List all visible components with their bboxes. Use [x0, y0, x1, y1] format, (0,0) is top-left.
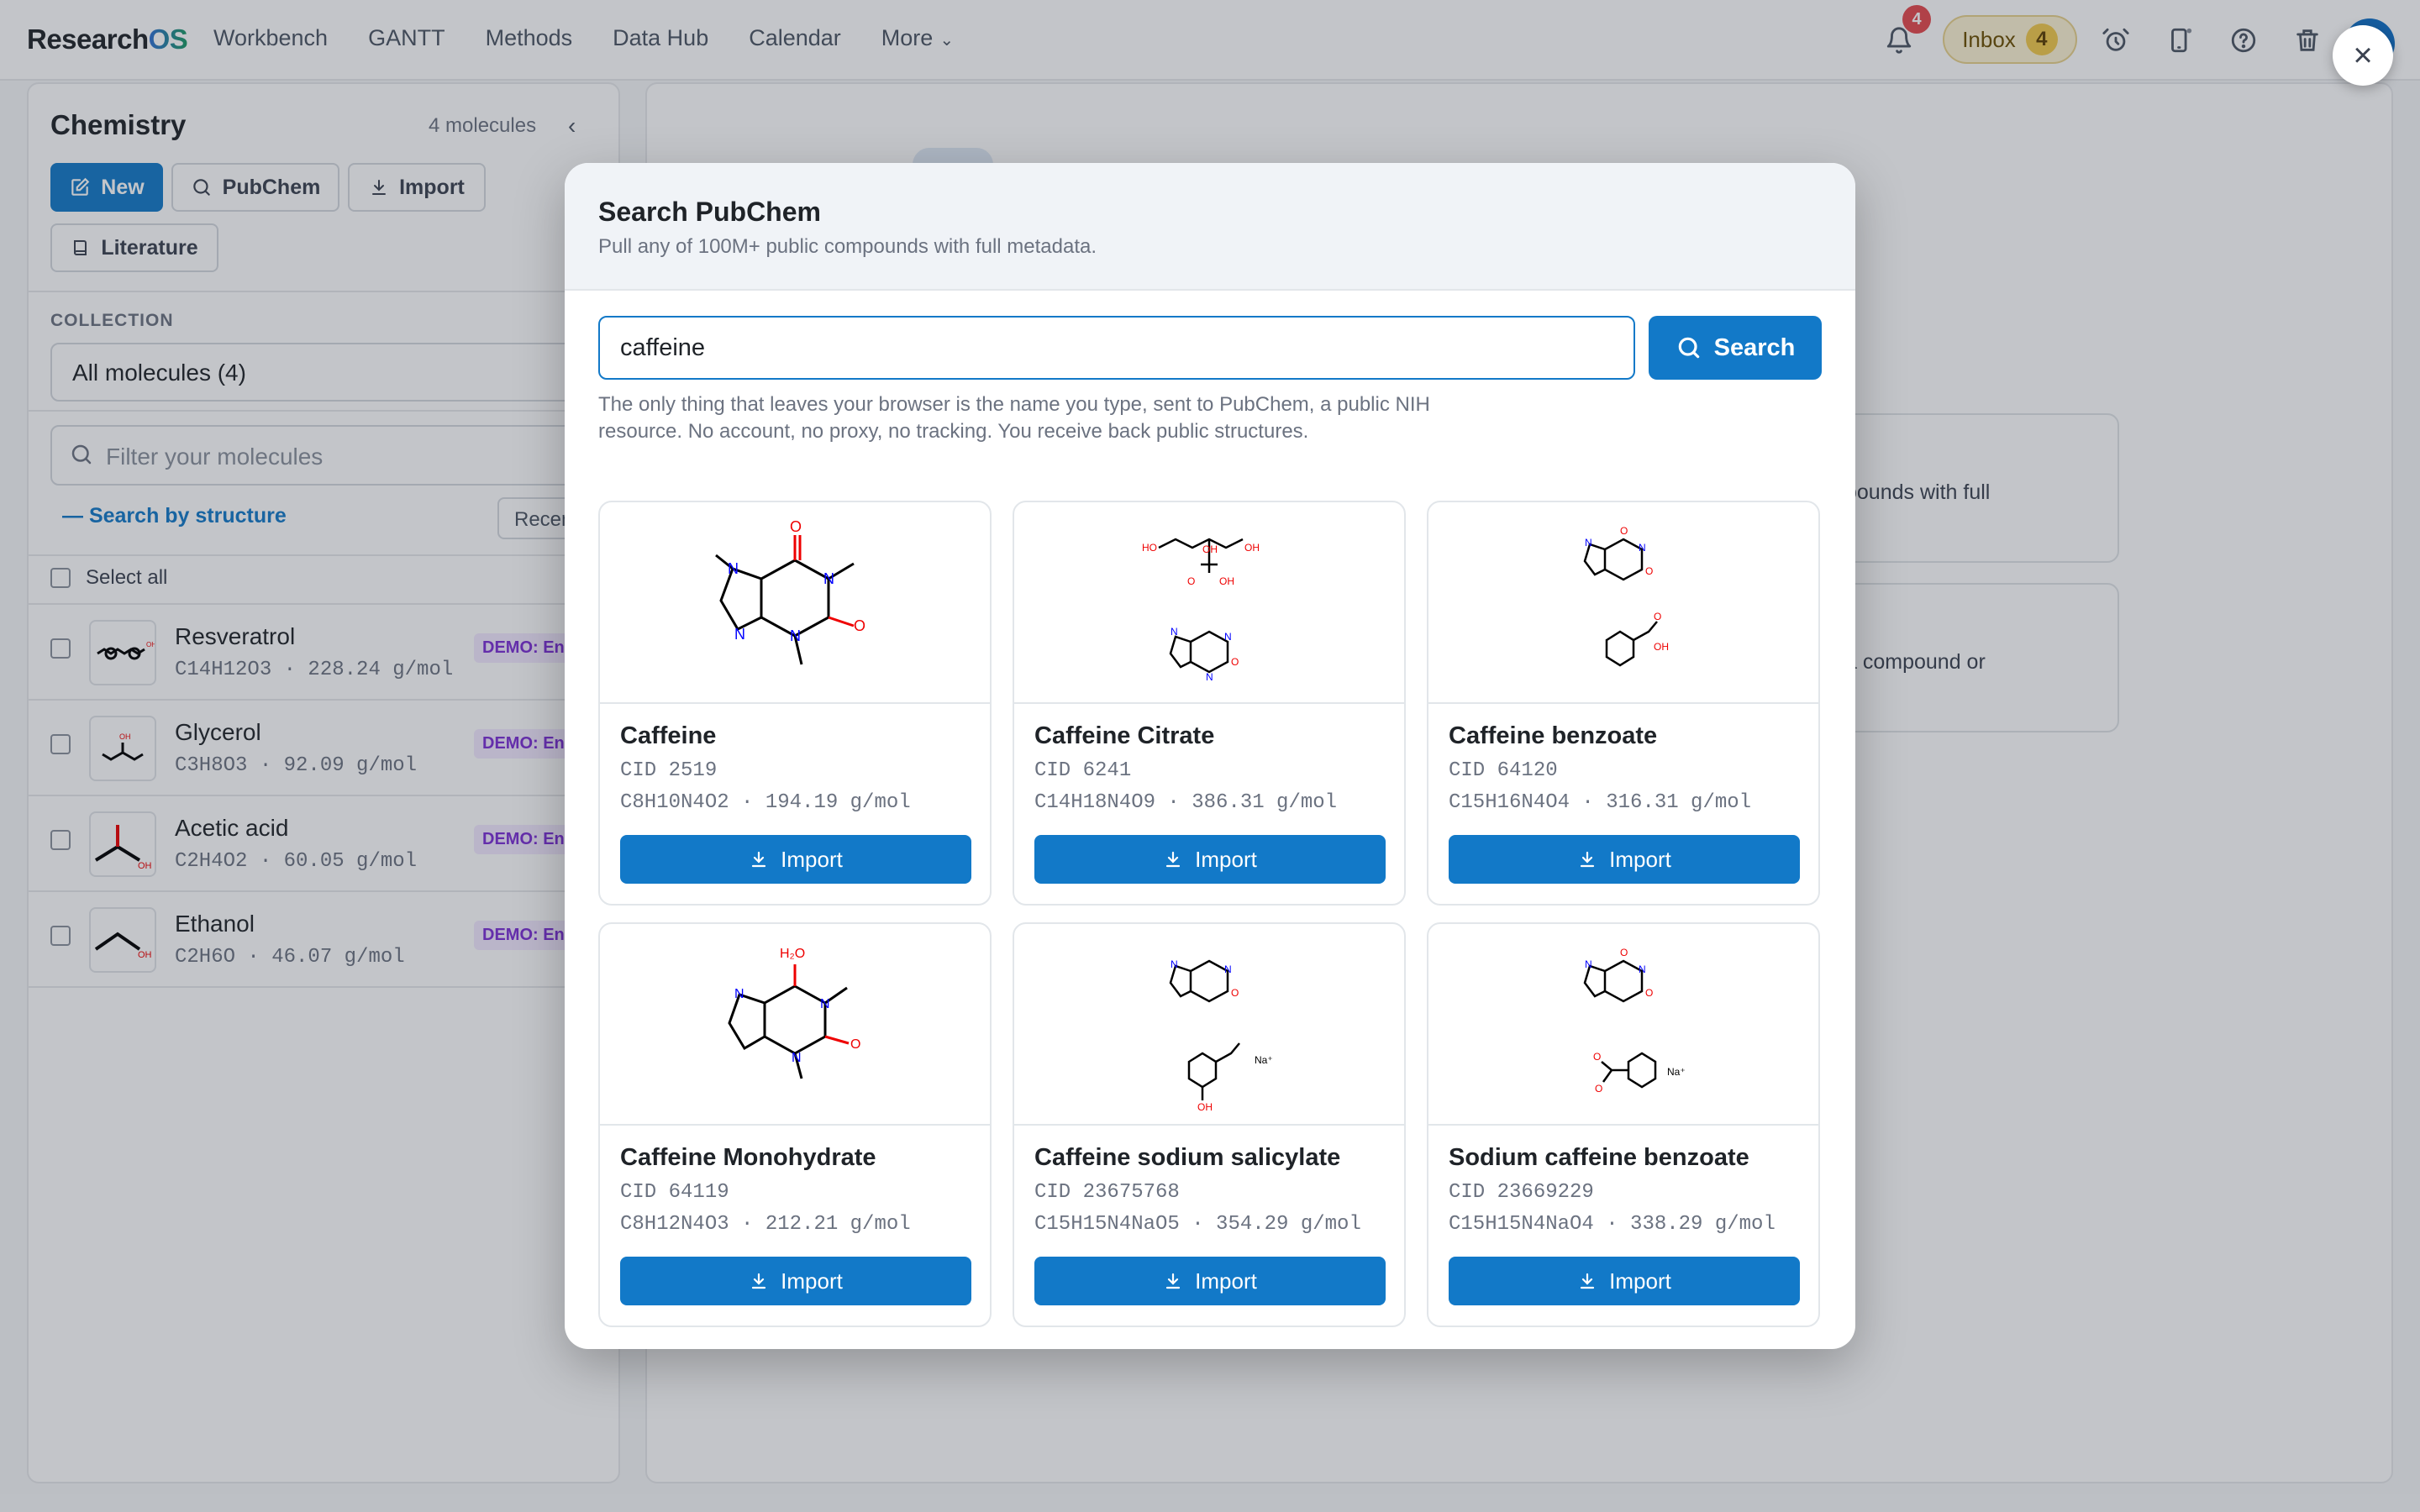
- privacy-note: The only thing that leaves your browser …: [598, 393, 1430, 443]
- compound-cid: CID 23669229: [1449, 1181, 1594, 1204]
- import-label: Import: [1609, 1268, 1671, 1294]
- import-label: Import: [781, 1268, 843, 1294]
- oxygen-label: O: [1593, 1051, 1601, 1063]
- nitrogen-label: N: [792, 1051, 802, 1065]
- structure-image: O O N N OH O: [1428, 502, 1818, 704]
- import-label: Import: [1195, 1268, 1257, 1294]
- hydroxyl-label: OH: [1202, 543, 1218, 555]
- import-compound-button[interactable]: Import: [620, 835, 971, 884]
- hydroxyl-label: OH: [1219, 575, 1234, 587]
- compound-cid: CID 64119: [620, 1181, 729, 1204]
- hydroxyl-label: OH: [1654, 641, 1669, 653]
- sodium-label: Na⁺: [1667, 1066, 1686, 1078]
- download-icon: [752, 851, 766, 868]
- sodium-label: Na⁺: [1255, 1054, 1273, 1066]
- oxygen-label: O: [1620, 525, 1628, 537]
- download-icon: [1166, 1273, 1181, 1289]
- oxygen-label: O: [1645, 565, 1653, 577]
- compound-cid: CID 6241: [1034, 759, 1132, 782]
- nitrogen-label: N: [1224, 963, 1232, 975]
- import-compound-button[interactable]: Import: [1034, 835, 1386, 884]
- import-label: Import: [781, 846, 843, 872]
- hydroxyl-label: HO: [1142, 542, 1157, 554]
- result-card: HO OH OH OH O N N N O Caffeine Citrate C…: [1013, 501, 1406, 906]
- compound-formula: C8H12N4O3 · 212.21 g/mol: [620, 1213, 911, 1236]
- nitrogen-label: N: [1585, 537, 1592, 549]
- nitrogen-label: N: [1585, 958, 1592, 970]
- compound-name: Caffeine: [620, 722, 717, 749]
- nitrogen-label: N: [1171, 958, 1178, 970]
- download-icon: [752, 1273, 766, 1289]
- nitrogen-label: N: [790, 627, 801, 644]
- import-compound-button[interactable]: Import: [1449, 1257, 1800, 1305]
- close-modal-button[interactable]: ×: [2333, 25, 2393, 86]
- nitrogen-label: N: [734, 987, 744, 1001]
- import-compound-button[interactable]: Import: [1449, 835, 1800, 884]
- oxygen-label: O: [790, 518, 802, 535]
- oxygen-label: O: [1654, 611, 1661, 622]
- structure-image: H₂O O N N N: [600, 924, 990, 1126]
- pubchem-search-input[interactable]: [598, 316, 1635, 380]
- hydroxyl-label: OH: [1197, 1101, 1213, 1112]
- nitrogen-label: N: [1639, 542, 1646, 554]
- import-label: Import: [1195, 846, 1257, 872]
- result-card: N N O OH Na⁺ Caffeine sodium salicylate …: [1013, 922, 1406, 1327]
- download-icon: [1166, 851, 1181, 868]
- oxygen-label: O: [1645, 987, 1653, 999]
- search-button[interactable]: Search: [1649, 316, 1822, 380]
- compound-formula: C15H15N4NaO5 · 354.29 g/mol: [1034, 1213, 1361, 1236]
- water-label: H₂O: [780, 947, 805, 961]
- dialog-header: Search PubChem Pull any of 100M+ public …: [565, 163, 1855, 291]
- oxygen-label: O: [1231, 987, 1239, 999]
- oxygen-label: O: [1231, 656, 1239, 668]
- nitrogen-label: N: [728, 560, 739, 577]
- search-button-label: Search: [1713, 333, 1796, 361]
- compound-formula: C15H16N4O4 · 316.31 g/mol: [1449, 791, 1752, 814]
- oxygen-label: O: [1595, 1083, 1602, 1095]
- structure-image: N N O O O O Na⁺: [1428, 924, 1818, 1126]
- compound-name: Caffeine Citrate: [1034, 722, 1215, 749]
- compound-name: Caffeine Monohydrate: [620, 1144, 876, 1171]
- nitrogen-label: N: [823, 570, 834, 587]
- dialog-subtitle: Pull any of 100M+ public compounds with …: [598, 235, 1097, 258]
- compound-name: Sodium caffeine benzoate: [1449, 1144, 1749, 1171]
- structure-image: O O N N N N: [600, 502, 990, 704]
- download-icon: [1581, 1273, 1595, 1289]
- nitrogen-label: N: [820, 997, 830, 1011]
- import-compound-button[interactable]: Import: [1034, 1257, 1386, 1305]
- compound-name: Caffeine benzoate: [1449, 722, 1658, 749]
- import-compound-button[interactable]: Import: [620, 1257, 971, 1305]
- compound-formula: C14H18N4O9 · 386.31 g/mol: [1034, 791, 1338, 814]
- result-card: O O N N N N Caffeine CID 2519 C8H10N4O2 …: [598, 501, 992, 906]
- search-pubchem-dialog: Search PubChem Pull any of 100M+ public …: [565, 163, 1855, 1349]
- close-icon: ×: [2353, 36, 2373, 74]
- dialog-title: Search PubChem: [598, 197, 821, 227]
- oxygen-label: O: [1620, 947, 1628, 958]
- oxygen-label: O: [850, 1037, 860, 1052]
- oxygen-label: O: [854, 617, 865, 634]
- nitrogen-label: N: [1171, 626, 1178, 638]
- compound-cid: CID 2519: [620, 759, 718, 782]
- search-icon: [1678, 337, 1699, 359]
- result-card: O O N N OH O Caffeine benzoate CID 64120…: [1427, 501, 1820, 906]
- import-label: Import: [1609, 846, 1671, 872]
- structure-image: HO OH OH OH O N N N O: [1014, 502, 1404, 704]
- structure-image: N N O OH Na⁺: [1014, 924, 1404, 1126]
- compound-formula: C15H15N4NaO4 · 338.29 g/mol: [1449, 1213, 1776, 1236]
- nitrogen-label: N: [1206, 671, 1213, 683]
- compound-formula: C8H10N4O2 · 194.19 g/mol: [620, 791, 911, 814]
- oxygen-label: O: [1187, 575, 1195, 587]
- compound-cid: CID 64120: [1449, 759, 1558, 782]
- nitrogen-label: N: [734, 626, 745, 643]
- download-icon: [1581, 851, 1595, 868]
- nitrogen-label: N: [1224, 631, 1232, 643]
- result-card: H₂O O N N N Caffeine Monohydrate CID 641…: [598, 922, 992, 1327]
- compound-cid: CID 23675768: [1034, 1181, 1180, 1204]
- result-card: N N O O O O Na⁺ Sodium caffeine benzoate…: [1427, 922, 1820, 1327]
- compound-name: Caffeine sodium salicylate: [1034, 1144, 1341, 1171]
- hydroxyl-label: OH: [1244, 542, 1260, 554]
- nitrogen-label: N: [1639, 963, 1646, 975]
